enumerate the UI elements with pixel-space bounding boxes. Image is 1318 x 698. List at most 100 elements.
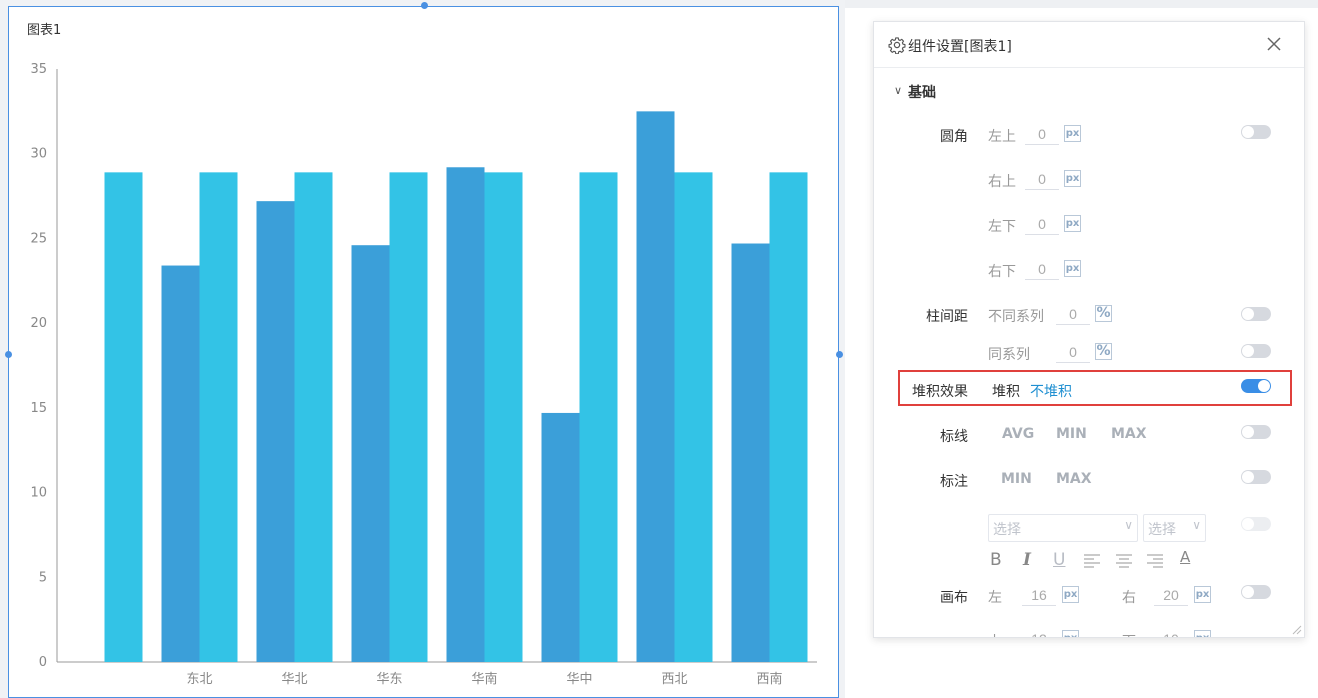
mark-line-max-option[interactable]: MAX [1111, 426, 1147, 442]
corner-top-right-input[interactable] [1025, 168, 1059, 190]
bar[interactable] [256, 201, 295, 662]
align-center-icon[interactable] [1115, 553, 1133, 569]
corner-radius-label: 圆角 [940, 129, 968, 145]
bar-gap-diff-series-label: 不同系列 [988, 309, 1044, 325]
canvas-bottom-input[interactable] [1154, 628, 1188, 637]
close-icon[interactable] [1264, 34, 1284, 54]
mark-point-label: 标注 [940, 474, 968, 490]
mark-line-toggle[interactable] [1241, 425, 1271, 439]
bar-gap-diff-series-input[interactable] [1056, 303, 1090, 325]
bar-gap-diff-toggle[interactable] [1241, 307, 1271, 321]
y-tick-label: 35 [30, 62, 47, 77]
font-size-select-value: 选择 [1148, 522, 1176, 538]
x-tick-label: 华北 [281, 672, 307, 687]
italic-icon[interactable]: I [1023, 550, 1031, 570]
canvas-right-label: 右 [1122, 590, 1136, 606]
px-unit-icon: px [1194, 630, 1211, 637]
y-tick-label: 30 [30, 147, 47, 162]
font-toggle[interactable] [1241, 517, 1271, 531]
bar[interactable] [769, 172, 808, 662]
mark-point-min-option[interactable]: MIN [1001, 471, 1032, 487]
font-family-select[interactable]: 选择 ∨ [988, 514, 1138, 542]
bar[interactable] [636, 111, 675, 663]
resize-handle-left[interactable] [5, 351, 12, 358]
canvas-label: 画布 [940, 590, 968, 606]
resize-handle-right[interactable] [836, 351, 843, 358]
canvas-top-input[interactable] [1022, 628, 1056, 637]
resize-grip-icon[interactable] [1292, 625, 1302, 635]
bar[interactable] [104, 172, 143, 662]
bar[interactable] [446, 167, 485, 663]
chevron-down-icon[interactable]: ∨ [894, 84, 902, 97]
unstack-option[interactable]: 不堆积 [1030, 381, 1072, 401]
bar-gap-same-toggle[interactable] [1241, 344, 1271, 358]
bar[interactable] [579, 172, 618, 662]
chart-component[interactable]: 图表1 0 5 10 15 20 25 30 35 东北 华北 华东 华南 华中 西北 西南 [8, 6, 839, 698]
bar-chart: 0 5 10 15 20 25 30 35 东北 华北 华东 华南 华中 西北 西南 [30, 62, 817, 687]
y-tick-label: 10 [30, 486, 47, 501]
canvas-left-label: 左 [988, 590, 1002, 606]
x-tick-label: 华东 [376, 672, 402, 687]
font-family-select-value: 选择 [993, 522, 1021, 538]
px-unit-icon: px [1064, 215, 1081, 232]
top-strip [845, 0, 1318, 8]
mark-point-toggle[interactable] [1241, 470, 1271, 484]
percent-unit-icon: % [1095, 343, 1112, 360]
bar[interactable] [161, 265, 200, 662]
px-unit-icon: px [1062, 586, 1079, 603]
canvas-bottom-label: 下 [1122, 631, 1136, 637]
resize-handle-top[interactable] [421, 2, 428, 9]
stack-effect-label: 堆积效果 [912, 384, 968, 400]
corner-bottom-left-input[interactable] [1025, 213, 1059, 235]
y-tick-label: 0 [39, 655, 47, 670]
corner-top-left-label: 左上 [988, 129, 1016, 145]
px-unit-icon: px [1062, 630, 1079, 637]
mark-point-max-option[interactable]: MAX [1056, 471, 1092, 487]
section-title-basic[interactable]: 基础 [908, 82, 936, 102]
canvas-left-input[interactable] [1022, 584, 1056, 606]
y-tick-label: 20 [30, 316, 47, 331]
underline-icon[interactable]: U [1053, 550, 1065, 570]
x-tick-label: 华中 [566, 672, 592, 687]
corner-top-right-label: 右上 [988, 174, 1016, 190]
bar[interactable] [731, 243, 770, 663]
settings-title: 组件设置[图表1] [908, 39, 1012, 55]
px-unit-icon: px [1064, 125, 1081, 142]
bar-gap-same-series-label: 同系列 [988, 347, 1030, 363]
component-settings-panel: 组件设置[图表1] ∨ 基础 圆角 左上 px 右上 px 左下 px 右下 p… [873, 21, 1305, 638]
x-tick-label: 华南 [471, 671, 497, 687]
bar-gap-label: 柱间距 [926, 309, 968, 325]
px-unit-icon: px [1064, 260, 1081, 277]
canvas-right-input[interactable] [1154, 584, 1188, 606]
font-size-select[interactable]: 选择 ∨ [1143, 514, 1206, 542]
corner-bottom-left-label: 左下 [988, 219, 1016, 235]
chevron-down-icon: ∨ [1192, 518, 1201, 532]
chevron-down-icon: ∨ [1124, 518, 1133, 532]
stack-effect-toggle[interactable] [1241, 379, 1271, 393]
stack-option[interactable]: 堆积 [992, 381, 1020, 401]
bar-gap-same-series-input[interactable] [1056, 341, 1090, 363]
bar[interactable] [484, 172, 523, 662]
bar[interactable] [199, 172, 238, 662]
mark-line-label: 标线 [940, 429, 968, 445]
align-right-icon[interactable] [1146, 553, 1164, 569]
bar[interactable] [541, 412, 580, 662]
corner-bottom-right-input[interactable] [1025, 258, 1059, 280]
corner-radius-toggle[interactable] [1241, 125, 1271, 139]
mark-line-min-option[interactable]: MIN [1056, 426, 1087, 442]
bar[interactable] [351, 245, 390, 662]
corner-top-left-input[interactable] [1025, 123, 1059, 145]
mark-line-avg-option[interactable]: AVG [1002, 426, 1034, 442]
canvas-toggle[interactable] [1241, 585, 1271, 599]
bar[interactable] [294, 172, 333, 662]
y-tick-label: 15 [30, 401, 47, 416]
canvas-top-label: 上 [988, 631, 1002, 637]
font-color-icon[interactable]: A [1180, 548, 1190, 566]
bar[interactable] [389, 172, 428, 662]
x-tick-label: 东北 [186, 672, 212, 687]
bold-icon[interactable]: B [990, 550, 1002, 570]
corner-bottom-right-label: 右下 [988, 264, 1016, 280]
align-left-icon[interactable] [1083, 553, 1101, 569]
px-unit-icon: px [1194, 586, 1211, 603]
bar[interactable] [674, 172, 713, 662]
